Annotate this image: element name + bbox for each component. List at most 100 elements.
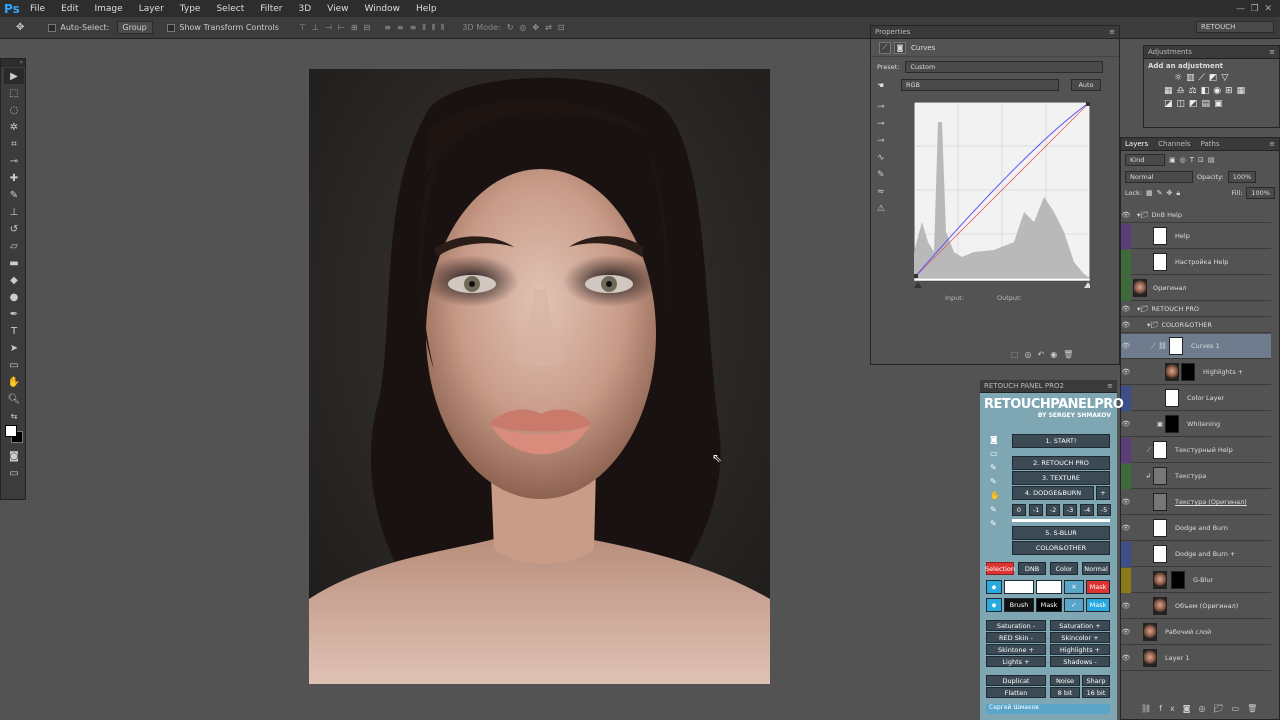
layer-row[interactable]: Color Layer	[1121, 385, 1271, 411]
eyedropper-tool-icon[interactable]: ⊸	[4, 153, 24, 169]
layer-row[interactable]: 👁︎ ▣ Whitening	[1121, 412, 1271, 437]
black-mask-button[interactable]: Mask	[1036, 598, 1062, 612]
menu-edit[interactable]: Edit	[53, 4, 86, 14]
blend-mode-dropdown[interactable]: Normal	[1125, 171, 1193, 183]
level-2-button[interactable]: -2	[1046, 504, 1060, 516]
8bit-button[interactable]: 8 bit	[1050, 687, 1080, 698]
check-icon[interactable]: ✓	[1064, 598, 1084, 612]
dodge-tool-icon[interactable]: ●	[4, 289, 24, 305]
adjustment-icons-row-2[interactable]: ▦ ♎ ⚖ ◧ ◉ ⊞ ▦	[1144, 86, 1279, 96]
move-tool-icon[interactable]: ✥	[16, 22, 24, 33]
window-controls[interactable]: — ❐ ✕	[1236, 4, 1280, 14]
adjustment-icons-row-1[interactable]: ☼ ▥ ⟋ ◩ ▽	[1144, 73, 1279, 83]
flatten-button[interactable]: Flatten	[986, 687, 1046, 698]
menu-file[interactable]: File	[22, 4, 53, 14]
filter-icons[interactable]: ▣◎T⊡▤	[1169, 156, 1218, 164]
healing-brush-icon[interactable]: ✚	[4, 170, 24, 186]
lights-button[interactable]: Lights +	[986, 656, 1046, 667]
fill-input[interactable]: 100%	[1246, 187, 1275, 199]
sharp-button[interactable]: Sharp	[1082, 675, 1110, 686]
properties-footer-icons[interactable]: ⬚◎↶◉🗑︎	[1011, 350, 1079, 359]
layers-footer-icons[interactable]: ⛓fx◙◎📁︎▭🗑︎	[1141, 704, 1265, 713]
swap-colors-icon[interactable]: ⇆	[4, 408, 24, 424]
level-1-button[interactable]: -1	[1029, 504, 1043, 516]
shape-tool-icon[interactable]: ▭	[4, 357, 24, 373]
drop-icon[interactable]: ◆	[986, 598, 1002, 612]
close-mask-icon[interactable]: ✕	[1064, 580, 1084, 594]
document-canvas[interactable]	[309, 69, 770, 684]
properties-tab[interactable]: Properties	[875, 28, 910, 36]
magic-wand-tool-icon[interactable]: ✲	[4, 119, 24, 135]
zoom-tool-icon[interactable]: 🔍︎	[4, 391, 24, 407]
type-tool-icon[interactable]: T	[4, 323, 24, 339]
skincolor-button[interactable]: Skincolor +	[1050, 632, 1110, 643]
adjustments-tab[interactable]: Adjustments	[1148, 48, 1192, 56]
dodge-burn-button[interactable]: 4. DODGE&BURN	[1012, 486, 1094, 500]
layer-row[interactable]: 👁︎ ▾📁︎ COLOR&OTHER	[1121, 318, 1271, 333]
brush-button[interactable]: Brush	[1004, 598, 1034, 612]
selection-button[interactable]: Selection	[985, 562, 1015, 575]
gradient-tool-icon[interactable]: ▬	[4, 255, 24, 271]
menu-type[interactable]: Type	[172, 4, 209, 14]
layer-row[interactable]: 👁︎ Объем (Оригинал)	[1121, 594, 1271, 619]
menu-filter[interactable]: Filter	[252, 4, 290, 14]
mask-icon[interactable]: ◙	[894, 41, 906, 54]
mask-red-button[interactable]: Mask	[1086, 580, 1110, 594]
brush-tool-icon[interactable]: ✎	[4, 187, 24, 203]
workspace-dropdown[interactable]: RETOUCH	[1196, 21, 1274, 33]
auto-select-checkbox[interactable]	[48, 23, 57, 32]
menu-help[interactable]: Help	[408, 4, 445, 14]
eyedropper-white-icon[interactable]: ⊸	[877, 136, 897, 146]
curve-pencil-icon[interactable]: ✎	[877, 170, 897, 180]
author-link[interactable]: Сергей Шмаков	[986, 704, 1110, 714]
adjustment-icons-row-3[interactable]: ◪ ◫ ◩ ▤ ▣	[1144, 99, 1279, 109]
mask-blue-button[interactable]: Mask	[1086, 598, 1110, 612]
layer-row[interactable]: ↲ Текстура	[1121, 463, 1271, 489]
level-4-button[interactable]: -4	[1080, 504, 1094, 516]
dnb-button[interactable]: DNB	[1018, 562, 1046, 575]
saturation-minus-button[interactable]: Saturation -	[986, 620, 1046, 631]
eyedropper-black-icon[interactable]: ⊸	[877, 102, 897, 112]
blur-tool-icon[interactable]: ◆	[4, 272, 24, 288]
layer-row[interactable]: 👁︎ Текстура (Оригинал)	[1121, 490, 1271, 515]
layer-row[interactable]: Dodge and Burn +	[1121, 541, 1271, 567]
crop-tool-icon[interactable]: ⌗	[4, 136, 24, 152]
color-other-button[interactable]: COLOR&OTHER	[1012, 541, 1110, 555]
layer-row[interactable]: 👁︎ Highlights +	[1121, 360, 1271, 385]
texture-button[interactable]: 3. TEXTURE	[1012, 471, 1110, 485]
menu-window[interactable]: Window	[357, 4, 409, 14]
level-0-button[interactable]: 0	[1012, 504, 1026, 516]
tab-channels[interactable]: Channels	[1158, 140, 1190, 148]
panel-menu-icon[interactable]: ≡	[1269, 48, 1279, 56]
color-swatches[interactable]	[1, 425, 25, 447]
layer-row[interactable]: ⟋ Текстурный Help	[1121, 437, 1271, 463]
highlights-button[interactable]: Highlights +	[1050, 644, 1110, 655]
layer-row[interactable]: 👁︎ Dodge and Burn	[1121, 516, 1271, 541]
menu-select[interactable]: Select	[208, 4, 252, 14]
smooth-icon[interactable]: ≈	[877, 187, 897, 197]
distribute-icons[interactable]: ≡≡≡⫴⫴⫴	[384, 23, 450, 33]
menu-3d[interactable]: 3D	[291, 4, 320, 14]
start-button[interactable]: 1. START!	[1012, 434, 1110, 448]
noise-button[interactable]: Noise	[1050, 675, 1080, 686]
align-icons[interactable]: ⊤⊥⊣⊢⊞⊟	[299, 23, 376, 32]
hand-adjust-icon[interactable]: ☚	[877, 81, 901, 90]
preset-dropdown[interactable]: Custom	[905, 61, 1104, 73]
screen-mode-icon[interactable]: ▭	[4, 465, 24, 481]
menu-image[interactable]: Image	[87, 4, 131, 14]
dodge-plus-button[interactable]: +	[1096, 486, 1110, 500]
drop-icon[interactable]: ◆	[986, 580, 1002, 594]
hand-tool-icon[interactable]: ✋	[4, 374, 24, 390]
history-brush-icon[interactable]: ↺	[4, 221, 24, 237]
lock-icons[interactable]: ▦✎✥🔒︎	[1146, 189, 1184, 198]
group-dropdown[interactable]: Group	[117, 21, 154, 34]
kind-dropdown[interactable]: Kind	[1125, 154, 1165, 166]
level-5-button[interactable]: -5	[1097, 504, 1111, 516]
layer-row[interactable]: Настройка Help	[1121, 249, 1271, 275]
layer-row-selected[interactable]: 👁︎ ⟋ ⛓︎ Curves 1	[1121, 334, 1271, 359]
layer-row[interactable]: 👁︎ Layer 1	[1121, 646, 1271, 671]
curves-graph[interactable]	[914, 102, 1090, 278]
panel-menu-icon[interactable]: ≡	[1107, 382, 1117, 390]
16bit-button[interactable]: 16 bit	[1082, 687, 1110, 698]
quick-mask-icon[interactable]: ◙	[4, 448, 24, 464]
